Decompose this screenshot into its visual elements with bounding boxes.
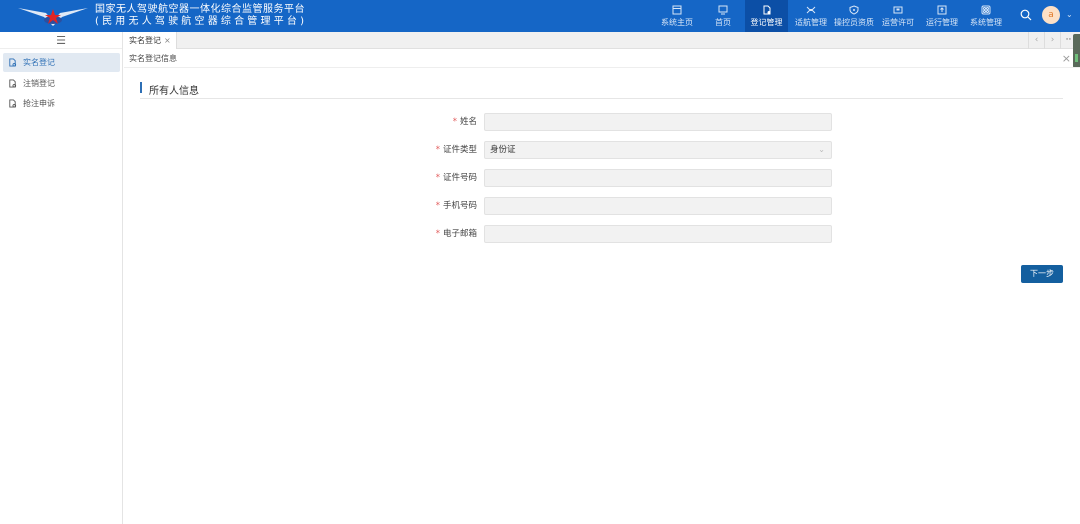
email-input[interactable] bbox=[484, 225, 832, 243]
tab-scroll-right-icon[interactable]: › bbox=[1044, 32, 1060, 49]
document-icon bbox=[763, 5, 770, 14]
name-input[interactable] bbox=[484, 113, 832, 131]
form-row-phone: * 手机号码 bbox=[420, 197, 832, 215]
nav-label: 系统主页 bbox=[661, 17, 693, 27]
nav-label: 运营许可 bbox=[882, 17, 914, 27]
id-type-select[interactable]: 身份证 ⌄ bbox=[484, 141, 832, 159]
select-value: 身份证 bbox=[490, 145, 516, 155]
drone-icon bbox=[806, 6, 816, 13]
form-row-name: * 姓名 bbox=[420, 113, 832, 131]
next-step-button[interactable]: 下一步 bbox=[1021, 265, 1063, 283]
chevron-down-icon[interactable]: ⌄ bbox=[1066, 10, 1073, 19]
tab-label: 实名登记 bbox=[129, 36, 161, 45]
platform-title: 国家无人驾驶航空器一体化综合监管服务平台 (民用无人驾驶航空器综合管理平台) bbox=[95, 4, 307, 28]
close-icon[interactable]: × bbox=[164, 36, 171, 45]
form-row-id-number: * 证件号码 bbox=[420, 169, 832, 187]
field-label: * 姓名 bbox=[452, 117, 477, 127]
title-line2: (民用无人驾驶航空器综合管理平台) bbox=[95, 16, 308, 27]
title-line1: 国家无人驾驶航空器一体化综合监管服务平台 bbox=[95, 4, 305, 15]
caac-logo-icon bbox=[18, 8, 88, 26]
nav-airworthiness[interactable]: 适航管理 bbox=[792, 0, 830, 32]
window-icon bbox=[672, 5, 682, 14]
tab-bar: 实名登记 × ‹ › ·· bbox=[124, 32, 1080, 49]
nav-system-management[interactable]: 系统管理 bbox=[965, 0, 1007, 32]
sidebar-item-label: 抢注申诉 bbox=[23, 99, 55, 108]
breadcrumb-text: 实名登记信息 bbox=[129, 54, 177, 63]
section-accent-bar bbox=[140, 82, 142, 93]
nav-label: 运行管理 bbox=[926, 17, 958, 27]
menu-toggle-icon[interactable]: ☰ bbox=[0, 32, 122, 49]
search-icon[interactable] bbox=[1020, 9, 1032, 21]
sidebar-item-label: 注销登记 bbox=[23, 79, 55, 88]
section-header: 所有人信息 bbox=[140, 80, 1063, 99]
nav-operation-license[interactable]: 运营许可 bbox=[878, 0, 918, 32]
nav-operation-management[interactable]: 运行管理 bbox=[922, 0, 962, 32]
close-icon[interactable]: × bbox=[1062, 50, 1071, 68]
nav-label: 登记管理 bbox=[750, 17, 783, 27]
sidebar-item-deregistration[interactable]: 注销登记 bbox=[3, 74, 120, 93]
nav-label: 系统管理 bbox=[970, 17, 1002, 27]
nav-label: 首页 bbox=[715, 17, 731, 27]
tab-scroll-left-icon[interactable]: ‹ bbox=[1028, 32, 1044, 49]
nav-label: 操控员资质 bbox=[834, 17, 874, 27]
user-avatar[interactable]: a bbox=[1042, 6, 1060, 24]
section-title: 所有人信息 bbox=[149, 86, 199, 97]
phone-input[interactable] bbox=[484, 197, 832, 215]
field-label: * 证件类型 bbox=[435, 145, 477, 155]
tab-real-name-registration[interactable]: 实名登记 × bbox=[124, 32, 177, 49]
upload-icon bbox=[937, 5, 947, 14]
license-icon bbox=[893, 6, 903, 13]
nav-system-home[interactable]: 系统主页 bbox=[657, 0, 697, 32]
field-label: * 手机号码 bbox=[435, 201, 477, 211]
monitor-icon bbox=[718, 5, 728, 14]
nav-registration[interactable]: 登记管理 bbox=[745, 0, 788, 32]
settings-grid-icon bbox=[981, 5, 991, 14]
sidebar-item-label: 实名登记 bbox=[23, 58, 55, 67]
nav-operator-qualification[interactable]: 操控员资质 bbox=[832, 0, 876, 32]
form-row-email: * 电子邮箱 bbox=[420, 225, 832, 243]
breadcrumb: 实名登记信息 × bbox=[124, 50, 1080, 68]
sidebar: ☰ 实名登记 注销登记 抢注申诉 bbox=[0, 32, 123, 524]
id-number-input[interactable] bbox=[484, 169, 832, 187]
document-icon bbox=[9, 99, 17, 108]
nav-home[interactable]: 首页 bbox=[705, 0, 741, 32]
sidebar-item-appeal[interactable]: 抢注申诉 bbox=[3, 94, 120, 113]
field-label: * 电子邮箱 bbox=[435, 229, 477, 239]
top-header: 国家无人驾驶航空器一体化综合监管服务平台 (民用无人驾驶航空器综合管理平台) 系… bbox=[0, 0, 1080, 32]
document-icon bbox=[9, 58, 17, 67]
chevron-down-icon: ⌄ bbox=[818, 145, 825, 154]
shield-icon bbox=[849, 4, 859, 15]
form-row-id-type: * 证件类型 身份证 ⌄ bbox=[420, 141, 832, 159]
nav-label: 适航管理 bbox=[795, 17, 827, 27]
document-icon bbox=[9, 79, 17, 88]
field-label: * 证件号码 bbox=[435, 173, 477, 183]
sidebar-item-real-name-registration[interactable]: 实名登记 bbox=[3, 53, 120, 72]
